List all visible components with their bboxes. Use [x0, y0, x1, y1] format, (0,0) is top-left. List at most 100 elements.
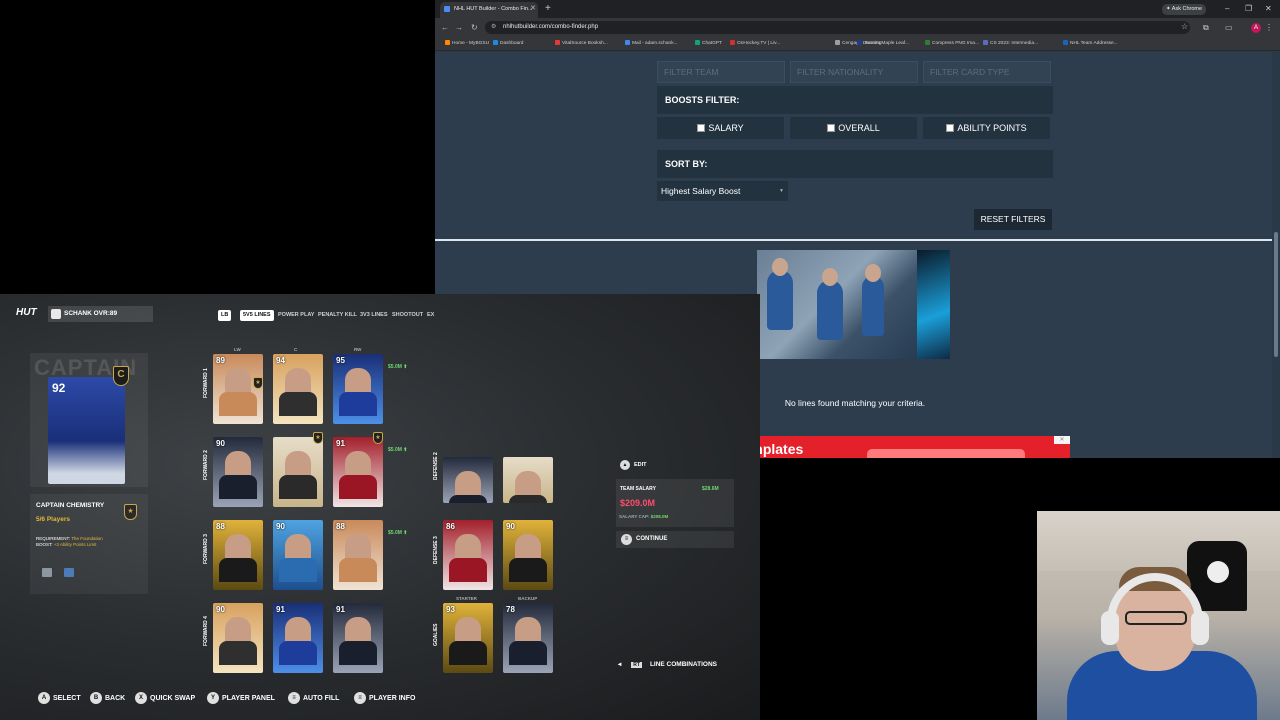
player-card[interactable]: 91 [273, 603, 323, 673]
sidepanel-icon[interactable]: ▭ [1225, 21, 1233, 34]
browser-tab[interactable]: NHL HUT Builder - Combo Fin... ✕ [440, 2, 538, 18]
bookmark-label: ChatGPT [702, 41, 722, 46]
back-icon[interactable]: ← [441, 21, 449, 34]
edit-button[interactable]: ▲ EDIT [620, 460, 647, 470]
bookmark-label: Compress PNG Ima... [932, 41, 979, 46]
bookmark-item[interactable]: CS 2023: Intermedia... [983, 39, 1038, 49]
checkbox-icon[interactable] [827, 124, 836, 132]
player-card[interactable]: 90 [273, 520, 323, 590]
captain-ovr: 92 [52, 381, 66, 395]
ad-close-icon[interactable]: ✕ [1054, 436, 1070, 444]
ability-points-boost-checkbox[interactable]: ABILITY POINTS [923, 117, 1050, 139]
b-button-icon: B [90, 692, 102, 704]
ad-pill[interactable] [867, 449, 1025, 458]
tab-3v3-lines[interactable]: 3V3 LINES [360, 310, 388, 321]
back-hint[interactable]: B BACK [90, 692, 125, 704]
player-card[interactable] [443, 457, 493, 503]
bookmark-item[interactable]: Mail - adam.schank... [625, 39, 678, 49]
player-card[interactable]: 91 [333, 437, 383, 507]
player-card[interactable]: 90 [213, 603, 263, 673]
bookmark-favicon-icon [857, 40, 862, 46]
chemistry-badge-icon: ★ [373, 432, 383, 444]
player-card[interactable]: 95 [333, 354, 383, 424]
bookmark-item[interactable]: NHL Team Addresse... [1063, 39, 1118, 49]
captain-card[interactable]: CAPTAIN 92 [30, 353, 148, 487]
player-jersey [509, 641, 547, 665]
bookmark-item[interactable]: Home - MyBGSU [445, 39, 489, 49]
checkbox-icon[interactable] [697, 124, 706, 132]
menu-button-icon: ≡ [288, 692, 300, 704]
ask-chrome-button[interactable]: ✦ Ask Chrome [1162, 4, 1206, 15]
menu-icon[interactable]: ⋮ [1265, 21, 1273, 34]
lb-button-icon: LB [218, 310, 232, 321]
bookmark-star-icon[interactable]: ☆ [1181, 20, 1188, 33]
player-ovr: 90 [276, 522, 285, 531]
filter-team-input[interactable]: FILTER TEAM [657, 61, 785, 83]
player-card[interactable]: 88 [213, 520, 263, 590]
sort-by-select[interactable]: Highest Salary Boost ▼ [657, 181, 788, 201]
webcam-feed [1037, 511, 1280, 720]
tab-title: NHL HUT Builder - Combo Fin... [454, 6, 533, 12]
close-window-icon[interactable]: ✕ [1265, 2, 1272, 16]
auto-fill-hint[interactable]: ≡ AUTO FILL [288, 692, 339, 704]
quick-swap-hint[interactable]: X QUICK SWAP [135, 692, 195, 704]
reload-icon[interactable]: ↻ [471, 21, 478, 34]
player-card[interactable] [503, 457, 553, 503]
profile-avatar[interactable]: A [1251, 23, 1261, 33]
tab-penalty-kill[interactable]: PENALTY KILL [318, 310, 357, 321]
overall-boost-checkbox[interactable]: OVERALL [790, 117, 917, 139]
player-card[interactable]: 89 [213, 354, 263, 424]
glasses [1125, 611, 1187, 625]
player-card[interactable]: 86 [443, 520, 493, 590]
scrollbar-thumb[interactable] [1274, 232, 1278, 357]
player-card[interactable]: 90 [213, 437, 263, 507]
player-card[interactable]: 88 [333, 520, 383, 590]
tab-5v5-lines[interactable]: 5V5 LINES [240, 310, 274, 321]
player-card[interactable]: 94 [273, 354, 323, 424]
url-bar[interactable]: ⚙ nhlhutbuilder.com/combo-finder.php [485, 21, 1190, 34]
bookmark-favicon-icon [730, 40, 735, 46]
tab-extra[interactable]: EX [427, 310, 434, 321]
continue-button[interactable]: ≡ CONTINUE [616, 531, 734, 548]
extensions-icon[interactable]: ⧉ [1203, 21, 1209, 34]
bookmark-item[interactable]: VitalSource Booksh... [555, 39, 608, 49]
team-salary-amount: $28.6M [702, 486, 719, 492]
select-hint[interactable]: A SELECT [38, 692, 81, 704]
new-tab-icon[interactable]: + [545, 2, 551, 16]
player-info-hint[interactable]: ≡ PLAYER INFO [354, 692, 415, 704]
player-ovr: 88 [336, 522, 345, 531]
checkbox-icon[interactable] [946, 124, 955, 132]
forward-icon[interactable]: → [455, 21, 463, 34]
player-jersey [219, 392, 257, 416]
tab-power-play[interactable]: POWER PLAY [278, 310, 314, 321]
line-salary-boost: $5.0M ⬆ [388, 364, 408, 370]
line-combinations-button[interactable]: ◂ RT LINE COMBINATIONS [618, 660, 717, 668]
up-arrow-icon: ⬆ [403, 530, 408, 536]
filter-nationality-input[interactable]: FILTER NATIONALITY [790, 61, 918, 83]
bookmark-item[interactable]: OnHockey.TV | Liv... [730, 39, 780, 49]
salary-boost-checkbox[interactable]: SALARY [657, 117, 784, 139]
close-tab-icon[interactable]: ✕ [530, 2, 536, 16]
player-panel-hint[interactable]: Y PLAYER PANEL [207, 692, 275, 704]
chemistry-title: CAPTAIN CHEMISTRY [36, 502, 105, 509]
chemistry-jersey-icon [42, 568, 52, 577]
minimize-icon[interactable]: – [1225, 2, 1229, 16]
goalie-card[interactable]: 78 [503, 603, 553, 673]
bookmark-label: NHL Team Addresse... [1070, 41, 1118, 46]
tab-shootout[interactable]: SHOOTOUT [392, 310, 423, 321]
player-jersey [279, 475, 317, 499]
goalie-card[interactable]: 93 [443, 603, 493, 673]
bookmark-item[interactable]: Compress PNG Ima... [925, 39, 979, 49]
filter-card-type-input[interactable]: FILTER CARD TYPE [923, 61, 1051, 83]
bookmark-item[interactable]: ChatGPT [695, 39, 722, 49]
team-selector[interactable]: SCHANK OVR:89 [48, 306, 153, 322]
player-card[interactable] [273, 437, 323, 507]
player-card[interactable]: 90 [503, 520, 553, 590]
bookmark-item[interactable]: Toronto Maple Leaf... [857, 39, 909, 49]
site-info-icon[interactable]: ⚙ [491, 21, 496, 34]
restore-icon[interactable]: ❐ [1245, 2, 1252, 16]
player-ovr: 91 [276, 605, 285, 614]
bookmark-item[interactable]: Dashboard [493, 39, 523, 49]
player-card[interactable]: 91 [333, 603, 383, 673]
reset-filters-button[interactable]: RESET FILTERS [974, 209, 1052, 230]
